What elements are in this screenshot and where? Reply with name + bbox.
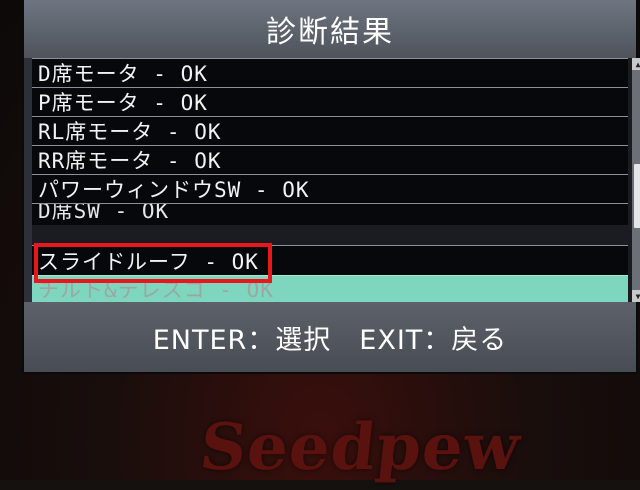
- diagnosis-result-list: D席モータ - OK P席モータ - OK RL席モータ - OK RR席モータ…: [32, 58, 640, 302]
- list-item-p-seat-motor[interactable]: P席モータ - OK: [32, 87, 628, 116]
- list-item-power-window-sw[interactable]: パワーウィンドウSW - OK: [32, 174, 628, 203]
- triangle-up-icon[interactable]: ▲: [632, 58, 640, 70]
- screen-title: 診断結果: [24, 0, 636, 58]
- scrollbar-thumb[interactable]: [634, 164, 640, 228]
- key-guide-footer: ENTER：選択 EXIT：戻る: [24, 302, 636, 372]
- list-item-rr-seat-motor[interactable]: RR席モータ - OK: [32, 145, 628, 174]
- list-item-d-seat-motor[interactable]: D席モータ - OK: [32, 58, 628, 87]
- triangle-down-icon[interactable]: ▼: [632, 290, 640, 302]
- device-bezel: 診断結果 D席モータ - OK P席モータ - OK RL席モータ - OK R…: [0, 0, 640, 485]
- list-scrollbar[interactable]: ▲ ▼: [632, 58, 640, 302]
- list-item-d-seat-sw[interactable]: D席SW - OK: [32, 203, 628, 225]
- list-item-tilt-telescopic[interactable]: チルト&テレスコ - OK: [32, 275, 628, 302]
- brand-logo: Seedpew: [196, 410, 525, 485]
- device-screen: 診断結果 D席モータ - OK P席モータ - OK RL席モータ - OK R…: [24, 0, 640, 372]
- list-item-rl-seat-motor[interactable]: RL席モータ - OK: [32, 116, 628, 145]
- list-item-slide-roof[interactable]: スライドルーフ - OK: [32, 245, 628, 275]
